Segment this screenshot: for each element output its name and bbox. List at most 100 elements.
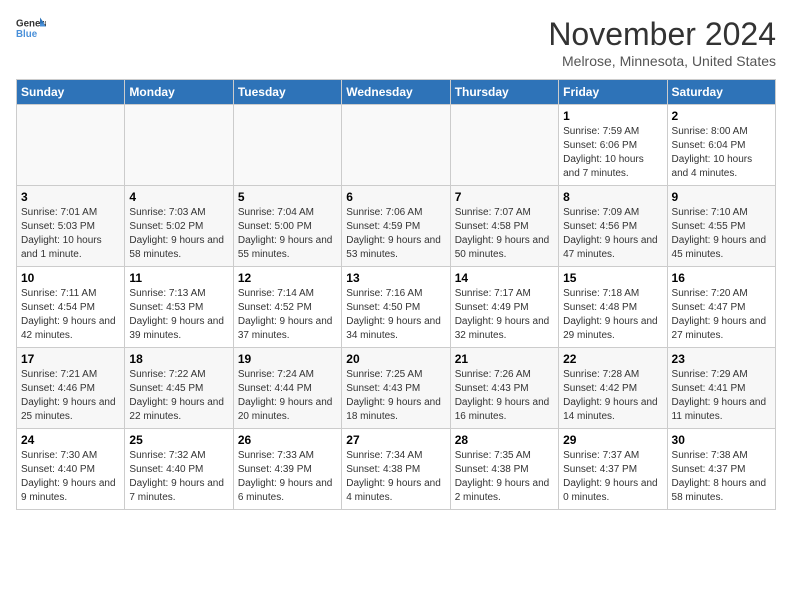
calendar-cell: 11Sunrise: 7:13 AM Sunset: 4:53 PM Dayli… xyxy=(125,267,233,348)
calendar-cell: 25 Sunrise: 7:32 AM Sunset: 4:40 PM Dayli… xyxy=(125,429,233,510)
day-info: Sunrise: 7:11 AM Sunset: 4:54 PM Dayligh… xyxy=(21,287,120,343)
day-number: 23 xyxy=(672,352,771,366)
calendar-week-1: 1 Sunrise: 7:59 AM Sunset: 6:06 PM Daylig… xyxy=(17,105,776,186)
day-info: Sunrise: 7:14 AM Sunset: 4:52 PM Dayligh… xyxy=(238,287,337,343)
calendar-cell xyxy=(342,105,450,186)
day-info: Sunrise: 7:06 AM Sunset: 4:59 PM Dayligh… xyxy=(346,206,445,262)
day-info: Sunrise: 7:03 AM Sunset: 5:02 PM Dayligh… xyxy=(129,206,228,262)
calendar-table: SundayMondayTuesdayWednesdayThursdayFrid… xyxy=(16,79,776,510)
day-number: 18 xyxy=(129,352,228,366)
calendar-cell: 22 Sunrise: 7:28 AM Sunset: 4:42 PM Dayli… xyxy=(559,348,667,429)
day-number: 25 xyxy=(129,433,228,447)
day-info: Sunrise: 7:07 AM Sunset: 4:58 PM Dayligh… xyxy=(455,206,554,262)
day-number: 22 xyxy=(563,352,662,366)
day-number: 14 xyxy=(455,271,554,285)
day-number: 27 xyxy=(346,433,445,447)
day-number: 4 xyxy=(129,190,228,204)
day-info: Sunrise: 7:29 AM Sunset: 4:41 PM Dayligh… xyxy=(672,368,771,424)
day-info: Sunrise: 7:34 AM Sunset: 4:38 PM Dayligh… xyxy=(346,449,445,505)
calendar-cell: 10Sunrise: 7:11 AM Sunset: 4:54 PM Dayli… xyxy=(17,267,125,348)
day-info: Sunrise: 7:21 AM Sunset: 4:46 PM Dayligh… xyxy=(21,368,120,424)
location-title: Melrose, Minnesota, United States xyxy=(548,53,776,69)
day-info: Sunrise: 7:59 AM Sunset: 6:06 PM Dayligh… xyxy=(563,125,662,181)
calendar-cell: 26Sunrise: 7:33 AM Sunset: 4:39 PM Dayli… xyxy=(233,429,341,510)
day-info: Sunrise: 7:17 AM Sunset: 4:49 PM Dayligh… xyxy=(455,287,554,343)
day-header-friday: Friday xyxy=(559,80,667,105)
calendar-cell: 5 Sunrise: 7:04 AM Sunset: 5:00 PM Daylig… xyxy=(233,186,341,267)
logo-icon: General Blue xyxy=(16,16,46,40)
calendar-cell: 15Sunrise: 7:18 AM Sunset: 4:48 PM Dayli… xyxy=(559,267,667,348)
day-number: 21 xyxy=(455,352,554,366)
day-number: 1 xyxy=(563,109,662,123)
calendar-cell: 3 Sunrise: 7:01 AM Sunset: 5:03 PM Daylig… xyxy=(17,186,125,267)
day-info: Sunrise: 7:30 AM Sunset: 4:40 PM Dayligh… xyxy=(21,449,120,505)
day-header-monday: Monday xyxy=(125,80,233,105)
day-number: 16 xyxy=(672,271,771,285)
day-number: 6 xyxy=(346,190,445,204)
day-info: Sunrise: 7:16 AM Sunset: 4:50 PM Dayligh… xyxy=(346,287,445,343)
day-number: 24 xyxy=(21,433,120,447)
calendar-cell: 23 Sunrise: 7:29 AM Sunset: 4:41 PM Dayli… xyxy=(667,348,775,429)
calendar-cell: 28 Sunrise: 7:35 AM Sunset: 4:38 PM Dayli… xyxy=(450,429,558,510)
day-header-tuesday: Tuesday xyxy=(233,80,341,105)
day-number: 29 xyxy=(563,433,662,447)
day-number: 3 xyxy=(21,190,120,204)
day-info: Sunrise: 7:35 AM Sunset: 4:38 PM Dayligh… xyxy=(455,449,554,505)
calendar-cell: 27 Sunrise: 7:34 AM Sunset: 4:38 PM Dayli… xyxy=(342,429,450,510)
day-number: 8 xyxy=(563,190,662,204)
day-info: Sunrise: 7:28 AM Sunset: 4:42 PM Dayligh… xyxy=(563,368,662,424)
calendar-cell: 18 Sunrise: 7:22 AM Sunset: 4:45 PM Dayli… xyxy=(125,348,233,429)
day-header-saturday: Saturday xyxy=(667,80,775,105)
calendar-cell: 9 Sunrise: 7:10 AM Sunset: 4:55 PM Daylig… xyxy=(667,186,775,267)
month-title: November 2024 xyxy=(548,16,776,53)
day-number: 17 xyxy=(21,352,120,366)
day-info: Sunrise: 7:10 AM Sunset: 4:55 PM Dayligh… xyxy=(672,206,771,262)
day-number: 12 xyxy=(238,271,337,285)
calendar-cell: 19Sunrise: 7:24 AM Sunset: 4:44 PM Dayli… xyxy=(233,348,341,429)
calendar-cell: 21 Sunrise: 7:26 AM Sunset: 4:43 PM Dayli… xyxy=(450,348,558,429)
calendar-week-2: 3 Sunrise: 7:01 AM Sunset: 5:03 PM Daylig… xyxy=(17,186,776,267)
day-info: Sunrise: 7:25 AM Sunset: 4:43 PM Dayligh… xyxy=(346,368,445,424)
calendar-cell: 14 Sunrise: 7:17 AM Sunset: 4:49 PM Dayli… xyxy=(450,267,558,348)
title-area: November 2024 Melrose, Minnesota, United… xyxy=(548,16,776,69)
day-info: Sunrise: 7:22 AM Sunset: 4:45 PM Dayligh… xyxy=(129,368,228,424)
calendar-week-4: 17 Sunrise: 7:21 AM Sunset: 4:46 PM Dayli… xyxy=(17,348,776,429)
day-info: Sunrise: 8:00 AM Sunset: 6:04 PM Dayligh… xyxy=(672,125,771,181)
day-header-thursday: Thursday xyxy=(450,80,558,105)
header: General Blue November 2024 Melrose, Minn… xyxy=(16,16,776,69)
day-info: Sunrise: 7:18 AM Sunset: 4:48 PM Dayligh… xyxy=(563,287,662,343)
calendar-cell: 8 Sunrise: 7:09 AM Sunset: 4:56 PM Daylig… xyxy=(559,186,667,267)
day-number: 5 xyxy=(238,190,337,204)
day-info: Sunrise: 7:20 AM Sunset: 4:47 PM Dayligh… xyxy=(672,287,771,343)
calendar-cell: 4 Sunrise: 7:03 AM Sunset: 5:02 PM Daylig… xyxy=(125,186,233,267)
day-number: 20 xyxy=(346,352,445,366)
calendar-cell: 2 Sunrise: 8:00 AM Sunset: 6:04 PM Daylig… xyxy=(667,105,775,186)
calendar-cell xyxy=(17,105,125,186)
calendar-cell: 30Sunrise: 7:38 AM Sunset: 4:37 PM Dayli… xyxy=(667,429,775,510)
calendar-cell: 1 Sunrise: 7:59 AM Sunset: 6:06 PM Daylig… xyxy=(559,105,667,186)
day-info: Sunrise: 7:01 AM Sunset: 5:03 PM Dayligh… xyxy=(21,206,120,262)
day-info: Sunrise: 7:37 AM Sunset: 4:37 PM Dayligh… xyxy=(563,449,662,505)
calendar-cell: 13 Sunrise: 7:16 AM Sunset: 4:50 PM Dayli… xyxy=(342,267,450,348)
day-info: Sunrise: 7:32 AM Sunset: 4:40 PM Dayligh… xyxy=(129,449,228,505)
day-number: 28 xyxy=(455,433,554,447)
logo: General Blue xyxy=(16,16,46,40)
calendar-cell: 20 Sunrise: 7:25 AM Sunset: 4:43 PM Dayli… xyxy=(342,348,450,429)
day-number: 13 xyxy=(346,271,445,285)
calendar-cell: 12 Sunrise: 7:14 AM Sunset: 4:52 PM Dayli… xyxy=(233,267,341,348)
calendar-cell: 24 Sunrise: 7:30 AM Sunset: 4:40 PM Dayli… xyxy=(17,429,125,510)
calendar-cell: 29 Sunrise: 7:37 AM Sunset: 4:37 PM Dayli… xyxy=(559,429,667,510)
day-number: 7 xyxy=(455,190,554,204)
day-info: Sunrise: 7:09 AM Sunset: 4:56 PM Dayligh… xyxy=(563,206,662,262)
calendar-cell: 16 Sunrise: 7:20 AM Sunset: 4:47 PM Dayli… xyxy=(667,267,775,348)
calendar-cell xyxy=(450,105,558,186)
calendar-cell xyxy=(125,105,233,186)
day-info: Sunrise: 7:04 AM Sunset: 5:00 PM Dayligh… xyxy=(238,206,337,262)
day-info: Sunrise: 7:26 AM Sunset: 4:43 PM Dayligh… xyxy=(455,368,554,424)
day-info: Sunrise: 7:13 AM Sunset: 4:53 PM Dayligh… xyxy=(129,287,228,343)
day-number: 9 xyxy=(672,190,771,204)
day-info: Sunrise: 7:33 AM Sunset: 4:39 PM Dayligh… xyxy=(238,449,337,505)
days-header-row: SundayMondayTuesdayWednesdayThursdayFrid… xyxy=(17,80,776,105)
day-header-wednesday: Wednesday xyxy=(342,80,450,105)
day-number: 2 xyxy=(672,109,771,123)
